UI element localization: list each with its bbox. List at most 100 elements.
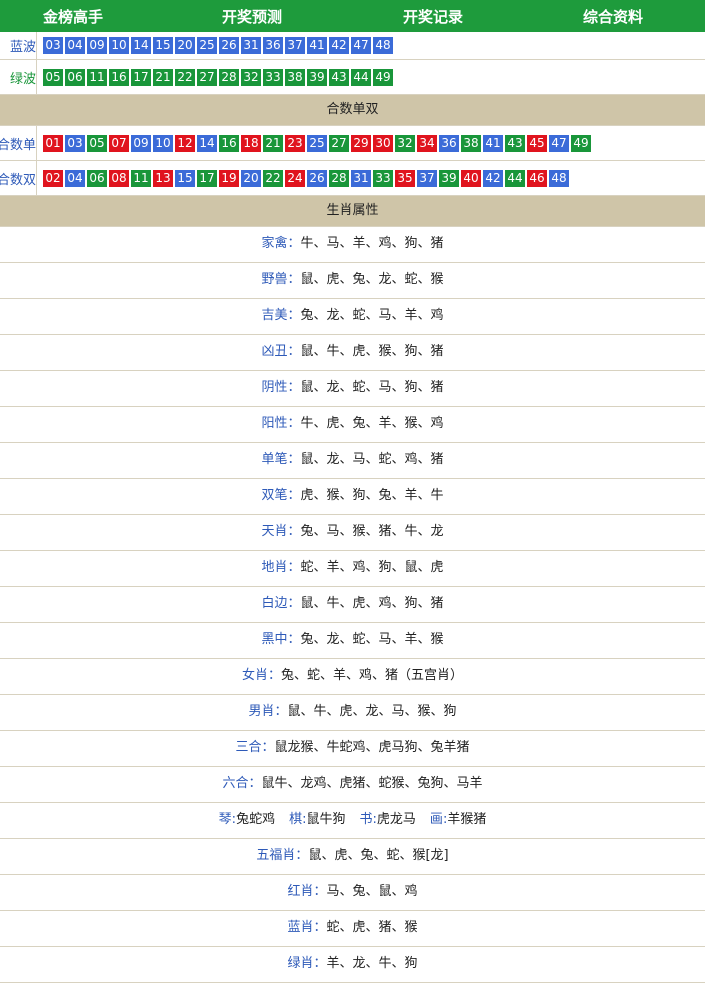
- nav-item-prediction[interactable]: 开奖预测: [222, 6, 282, 27]
- zodiac-value: 马、兔、鼠、鸡: [326, 884, 418, 899]
- zodiac-value: 鼠、虎、兔、蛇、猴[龙]: [308, 848, 449, 863]
- zodiac-key: 阳性: [261, 416, 288, 431]
- number-row: 合数双 02 04 06 08 11 13 15 17 19 20 22 24 26 28 31 33 35 37 3…: [0, 161, 705, 196]
- number-ball: 31: [351, 169, 371, 187]
- wave-section: 蓝波 03 04 09 10 14 15 20 25 26 31 36 37 41 42 47 48 绿波 05 06…: [0, 32, 705, 95]
- number-ball: 04: [65, 169, 85, 187]
- nav-item-jinbang[interactable]: 金榜高手: [43, 6, 103, 27]
- page: 金榜高手 开奖预测 开奖记录 综合资料 蓝波 03 04 09 10 14 15 20 25 26…: [0, 0, 705, 983]
- zodiac-key: 家禽: [261, 236, 288, 251]
- number-ball: 07: [109, 134, 129, 152]
- number-ball: 26: [307, 169, 327, 187]
- zodiac-colon: ：: [287, 452, 301, 467]
- zodiac-colon: ：: [274, 704, 288, 719]
- zodiac-colon: ：: [287, 488, 301, 503]
- zodiac-value: 牛、马、羊、鸡、狗、猪: [300, 236, 444, 251]
- number-ball: 17: [131, 68, 151, 86]
- zodiac-key: 吉美: [261, 308, 288, 323]
- zodiac-colon: ：: [287, 560, 301, 575]
- zodiac-value: 鼠、牛、虎、猴、狗、猪: [300, 344, 444, 359]
- zodiac-value: 羊、龙、牛、狗: [326, 956, 418, 971]
- zodiac-value: 鼠牛狗: [306, 812, 346, 827]
- number-ball: 33: [263, 68, 283, 86]
- number-ball: 26: [219, 37, 239, 54]
- zodiac-value: 兔蛇鸡: [236, 812, 276, 827]
- number-ball: 41: [307, 37, 327, 54]
- zodiac-key: 男肖: [248, 704, 275, 719]
- ball-list: 05 06 11 16 17 21 22 27 28 32 33 38 39 43 44 49: [37, 68, 393, 86]
- top-nav: 金榜高手 开奖预测 开奖记录 综合资料: [0, 0, 705, 32]
- number-ball: 23: [285, 134, 305, 152]
- number-ball: 40: [461, 169, 481, 187]
- number-ball: 38: [461, 134, 481, 152]
- zodiac-colon: ：: [313, 920, 327, 935]
- zodiac-colon: ：: [287, 236, 301, 251]
- number-ball: 42: [483, 169, 503, 187]
- number-ball: 32: [395, 134, 415, 152]
- zodiac-colon: ：: [313, 884, 327, 899]
- number-ball: 16: [219, 134, 239, 152]
- number-ball: 33: [373, 169, 393, 187]
- number-ball: 27: [329, 134, 349, 152]
- zodiac-row: 吉美：兔、龙、蛇、马、羊、鸡: [0, 299, 705, 335]
- number-ball: 17: [197, 169, 217, 187]
- number-ball: 49: [571, 134, 591, 152]
- number-ball: 04: [65, 37, 85, 54]
- number-ball: 39: [439, 169, 459, 187]
- number-ball: 05: [87, 134, 107, 152]
- zodiac-value: 兔、龙、蛇、马、羊、猴: [300, 632, 444, 647]
- number-ball: 37: [417, 169, 437, 187]
- zodiac-key: 单笔: [261, 452, 288, 467]
- zodiac-colon: ：: [287, 308, 301, 323]
- zodiac-row: 双笔：虎、猴、狗、兔、羊、牛: [0, 479, 705, 515]
- number-ball: 03: [65, 134, 85, 152]
- zodiac-key: 红肖: [287, 884, 314, 899]
- number-ball: 39: [307, 68, 327, 86]
- zodiac-row: 五福肖：鼠、虎、兔、蛇、猴[龙]: [0, 839, 705, 875]
- nav-item-records[interactable]: 开奖记录: [403, 6, 463, 27]
- number-ball: 14: [197, 134, 217, 152]
- zodiac-colon: ：: [287, 272, 301, 287]
- zodiac-value: 兔、龙、蛇、马、羊、鸡: [300, 308, 444, 323]
- number-ball: 31: [241, 37, 261, 54]
- zodiac-colon: ：: [287, 596, 301, 611]
- number-ball: 05: [43, 68, 63, 86]
- ball-list: 03 04 09 10 14 15 20 25 26 31 36 37 41 42 47 48: [37, 37, 393, 54]
- zodiac-row: 三合：鼠龙猴、牛蛇鸡、虎马狗、兔羊猪: [0, 731, 705, 767]
- number-ball: 15: [175, 169, 195, 187]
- zodiac-row: 家禽：牛、马、羊、鸡、狗、猪: [0, 227, 705, 263]
- zodiac-row: 琴:兔蛇鸡 棋:鼠牛狗 书:虎龙马 画:羊猴猪: [0, 803, 705, 839]
- zodiac-key: 五福肖: [256, 848, 296, 863]
- zodiac-row: 天肖：兔、马、猴、猪、牛、龙: [0, 515, 705, 551]
- number-ball: 36: [439, 134, 459, 152]
- number-ball: 16: [109, 68, 129, 86]
- row-label: 蓝波: [0, 32, 37, 59]
- row-label: 绿波: [0, 60, 37, 94]
- number-ball: 28: [219, 68, 239, 86]
- number-ball: 44: [351, 68, 371, 86]
- zodiac-key: 书: [359, 812, 373, 827]
- zodiac-row: 白边：鼠、牛、虎、鸡、狗、猪: [0, 587, 705, 623]
- number-ball: 42: [329, 37, 349, 54]
- zodiac-row: 六合：鼠牛、龙鸡、虎猪、蛇猴、兔狗、马羊: [0, 767, 705, 803]
- zodiac-colon: ：: [248, 776, 262, 791]
- number-ball: 32: [241, 68, 261, 86]
- zodiac-key: 阴性: [261, 380, 288, 395]
- number-ball: 21: [153, 68, 173, 86]
- number-ball: 48: [549, 169, 569, 187]
- number-ball: 10: [153, 134, 173, 152]
- zodiac-colon: ：: [313, 956, 327, 971]
- zodiac-key: 女肖: [241, 668, 268, 683]
- zodiac-key: 三合: [235, 740, 262, 755]
- nav-item-info[interactable]: 综合资料: [583, 6, 643, 27]
- number-ball: 06: [65, 68, 85, 86]
- zodiac-key: 绿肖: [287, 956, 314, 971]
- zodiac-row: 蓝肖：蛇、虎、猪、猴: [0, 911, 705, 947]
- number-row: 合数单 01 03 05 07 09 10 12 14 16 18 21 23 25 27 29 30 32 34 3…: [0, 126, 705, 161]
- number-ball: 24: [285, 169, 305, 187]
- zodiac-colon: ：: [287, 524, 301, 539]
- zodiac-row: 男肖：鼠、牛、虎、龙、马、猴、狗: [0, 695, 705, 731]
- zodiac-value: 虎龙马: [376, 812, 416, 827]
- zodiac-key: 蓝肖: [287, 920, 314, 935]
- zodiac-key: 画: [429, 812, 443, 827]
